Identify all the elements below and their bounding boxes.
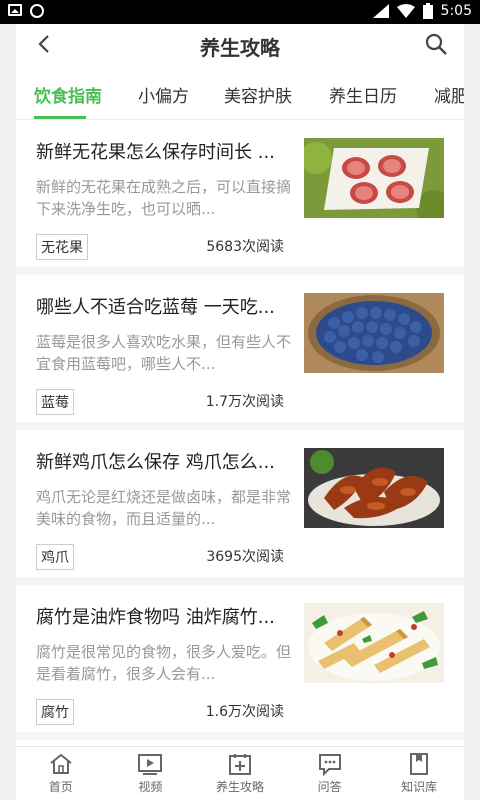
tofu-skin-thumbnail[interactable] [304, 603, 444, 683]
status-bar: 5:05 [0, 0, 480, 24]
article-view-count: 1.7万次阅读 [205, 394, 284, 410]
article-tag[interactable]: 腐竹 [36, 699, 74, 725]
article-item[interactable]: 腐竹是油炸食物吗 油炸腐竹... 腐竹是很常见的食物，很多人爱吃。但是看着腐竹，… [16, 585, 464, 740]
nav-guide-label: 养生攻略 [215, 780, 264, 794]
article-tag[interactable]: 无花果 [36, 234, 88, 260]
back-arrow-icon[interactable] [34, 33, 56, 55]
article-tag[interactable]: 蓝莓 [36, 389, 74, 415]
signal-icon [372, 4, 389, 18]
video-icon [138, 754, 163, 775]
article-tag[interactable]: 鸡爪 [36, 544, 74, 570]
tab-beauty[interactable]: 美容护肤 [224, 82, 292, 107]
article-view-count: 3695次阅读 [206, 549, 284, 565]
tab-folk-remedy[interactable]: 小偏方 [138, 82, 189, 107]
image-notification-icon [8, 4, 22, 16]
article-summary: 腐竹是很常见的食物，很多人爱吃。但是看着腐竹，很多人会有... [36, 643, 291, 683]
article-view-count: 5683次阅读 [206, 239, 284, 255]
wifi-icon [396, 4, 415, 18]
bottom-navigation: 首页 视频 养生攻略 问答 知识库 [16, 746, 464, 800]
article-item[interactable]: 新鲜鸡爪怎么保存 鸡爪怎么... 鸡爪无论是红烧还是做卤味，都是非常美味的食物，… [16, 430, 464, 585]
search-icon[interactable] [424, 32, 448, 56]
app-header: 养生攻略 [16, 24, 464, 68]
nav-qa-label: 问答 [317, 780, 342, 794]
main-card: 养生攻略 饮食指南 小偏方 美容护肤 养生日历 减肥 新鲜无花果怎么保存时间长 … [16, 24, 464, 800]
qa-icon [318, 754, 341, 776]
article-title[interactable]: 新鲜鸡爪怎么保存 鸡爪怎么... [36, 448, 291, 474]
nav-home-label: 首页 [48, 780, 73, 794]
article-summary: 鸡爪无论是红烧还是做卤味，都是非常美味的食物，而且适量的... [36, 488, 291, 528]
blueberries-thumbnail[interactable] [304, 293, 444, 373]
tab-health-calendar[interactable]: 养生日历 [329, 82, 397, 107]
nav-qa[interactable]: 问答 [285, 747, 375, 800]
knowledge-icon [410, 753, 429, 775]
nav-knowledge-label: 知识库 [401, 780, 438, 794]
category-tabs: 饮食指南 小偏方 美容护肤 养生日历 减肥 [16, 68, 464, 120]
article-view-count: 1.6万次阅读 [205, 704, 284, 720]
page-title: 养生攻略 [200, 35, 280, 60]
article-title[interactable]: 腐竹是油炸食物吗 油炸腐竹... [36, 603, 291, 629]
nav-knowledge[interactable]: 知识库 [374, 747, 464, 800]
app-notification-icon [30, 4, 44, 18]
nav-home[interactable]: 首页 [16, 747, 106, 800]
article-summary: 新鲜的无花果在成熟之后，可以直接摘下来洗净生吃，也可以晒... [36, 178, 291, 218]
article-title[interactable]: 新鲜无花果怎么保存时间长 ... [36, 138, 291, 164]
article-item[interactable]: 新鲜无花果怎么保存时间长 ... 新鲜的无花果在成熟之后，可以直接摘下来洗净生吃… [16, 120, 464, 275]
battery-icon [422, 3, 433, 19]
nav-guide[interactable]: 养生攻略 [195, 747, 285, 800]
guide-icon [228, 754, 251, 775]
article-list: 新鲜无花果怎么保存时间长 ... 新鲜的无花果在成熟之后，可以直接摘下来洗净生吃… [16, 120, 464, 740]
status-time: 5:05 [440, 3, 472, 19]
article-item[interactable]: 哪些人不适合吃蓝莓 一天吃... 蓝莓是很多人喜欢吃水果，但有些人不宜食用蓝莓吧… [16, 275, 464, 430]
tab-diet-guide[interactable]: 饮食指南 [34, 82, 102, 107]
nav-video[interactable]: 视频 [106, 747, 196, 800]
home-icon [50, 753, 72, 774]
chicken-feet-thumbnail[interactable] [304, 448, 444, 528]
article-title[interactable]: 哪些人不适合吃蓝莓 一天吃... [36, 293, 291, 319]
tab-weight-loss[interactable]: 减肥 [434, 82, 464, 107]
article-summary: 蓝莓是很多人喜欢吃水果，但有些人不宜食用蓝莓吧，哪些人不... [36, 333, 291, 373]
figs-thumbnail[interactable] [304, 138, 444, 218]
active-tab-indicator [34, 116, 86, 119]
nav-video-label: 视频 [138, 780, 163, 794]
